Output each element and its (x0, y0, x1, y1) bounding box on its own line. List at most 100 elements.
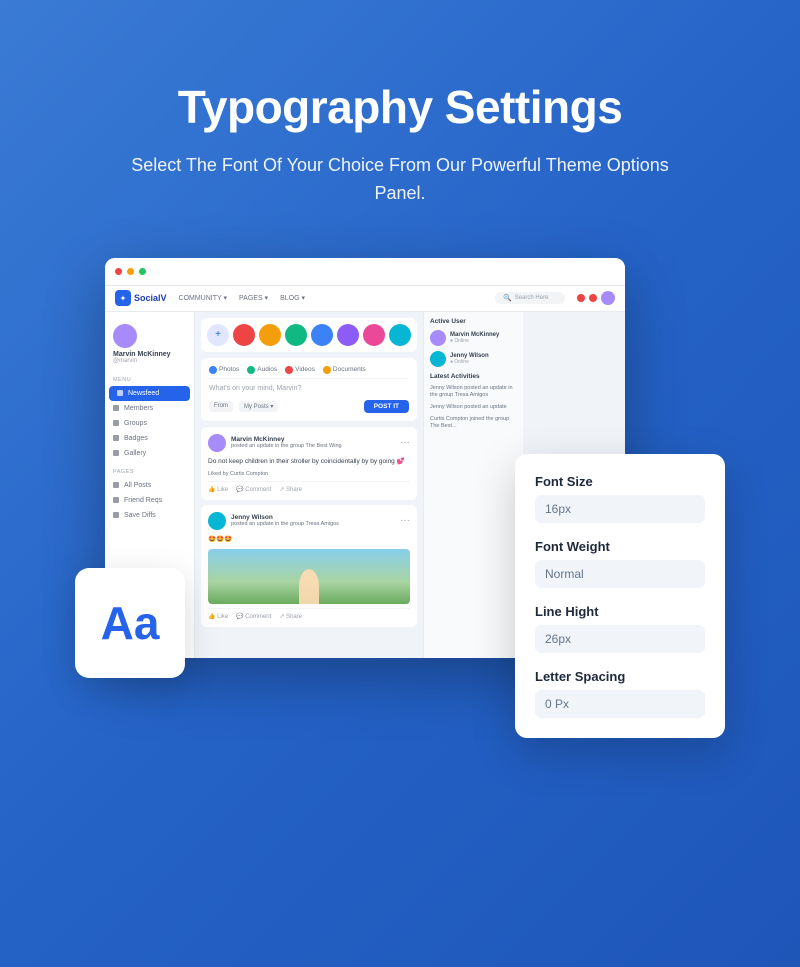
aa-text: Aa (101, 600, 160, 646)
message-icon[interactable] (589, 294, 597, 302)
aa-card: Aa (75, 568, 185, 678)
story-avatar-7[interactable] (389, 324, 411, 346)
post-1-location: Liked by Curtis Compton (208, 471, 410, 477)
videos-icon (285, 366, 293, 374)
post-2-like-btn[interactable]: 👍 Like (208, 613, 228, 620)
post-1-like-btn[interactable]: 👍 Like (208, 486, 228, 493)
sidebar-item-groups[interactable]: Groups (105, 416, 194, 431)
letter-spacing-field: Letter Spacing 0 Px (535, 669, 705, 718)
my-posts-select[interactable]: My Posts ▾ (239, 401, 278, 412)
composer-placeholder[interactable]: What's on your mind, Marvin? (209, 385, 409, 392)
story-avatar-6[interactable] (363, 324, 385, 346)
sidebar-user-role: @marvin (113, 358, 186, 364)
sidebar-avatar (113, 324, 137, 348)
line-height-label: Line Hight (535, 604, 705, 619)
sidebar-dot-groups (113, 420, 119, 426)
browser-bar (105, 258, 625, 286)
nav-logo-area: SocialV (115, 290, 167, 306)
nav-search[interactable]: 🔍 Search Here (495, 292, 565, 304)
line-height-input[interactable]: 26px (535, 625, 705, 653)
post-2-action: posted an update in the group Tresa Amig… (231, 521, 395, 527)
right-panel: Active User Marvin McKinney ● Online Jen… (423, 312, 523, 658)
composer-tab-videos[interactable]: Videos (285, 366, 315, 374)
post-2-image (208, 549, 410, 604)
nav-community[interactable]: COMMUNITY ▾ (179, 294, 228, 302)
sidebar-item-savediffs[interactable]: Save Diffs (105, 508, 194, 523)
post-2-more[interactable]: ··· (400, 516, 410, 526)
main-inner: + Photos (195, 312, 523, 658)
active-user-2-info: Jenny Wilson ● Online (450, 353, 489, 365)
sidebar-item-members[interactable]: Members (105, 401, 194, 416)
active-user-2-status: ● Online (450, 359, 489, 365)
sidebar-item-newsfeed[interactable]: Newsfeed (109, 386, 190, 401)
sidebar-item-gallery[interactable]: Gallery (105, 446, 194, 461)
active-user-2-name: Jenny Wilson (450, 353, 489, 359)
minimize-dot (127, 268, 134, 275)
feed-area: + Photos (195, 312, 423, 658)
composer-tab-documents[interactable]: Documents (323, 366, 366, 374)
composer-selects: From My Posts ▾ (209, 401, 278, 412)
sidebar-item-badges[interactable]: Badges (105, 431, 194, 446)
user-avatar-nav[interactable] (601, 291, 615, 305)
post-2-comment-btn[interactable]: 💬 Comment (236, 613, 271, 620)
composer-tab-photos[interactable]: Photos (209, 366, 239, 374)
sidebar-user-name: Marvin McKinney (113, 351, 186, 358)
post-1-comment-btn[interactable]: 💬 Comment (236, 486, 271, 493)
typography-card: Font Size 16px Font Weight Normal Line H… (515, 454, 725, 738)
post-1-text: Do not keep children in their stroller b… (208, 457, 410, 466)
activity-1-text: Jenny Wilson posted an update in the gro… (430, 385, 517, 399)
story-avatar-1[interactable] (233, 324, 255, 346)
photos-icon (209, 366, 217, 374)
activity-2-text: Jenny Wilson posted an update (430, 404, 517, 411)
font-weight-label: Font Weight (535, 539, 705, 554)
sidebar-item-friendreqs[interactable]: Friend Reqs (105, 493, 194, 508)
letter-spacing-input[interactable]: 0 Px (535, 690, 705, 718)
active-users-title: Active User (430, 318, 517, 325)
post-2-share-btn[interactable]: ↗ Share (279, 613, 302, 620)
post-1-header: Marvin McKinney posted an update in the … (208, 434, 410, 452)
composer-tab-audios[interactable]: Audios (247, 366, 277, 374)
post-1-username: Marvin McKinney (231, 436, 395, 443)
post-2-text: 🤩🤩🤩 (208, 535, 410, 544)
post-button[interactable]: POST IT (364, 400, 409, 413)
menu-section-label: MENU (105, 374, 194, 386)
story-avatar-3[interactable] (285, 324, 307, 346)
story-avatar-5[interactable] (337, 324, 359, 346)
activity-2: Jenny Wilson posted an update (430, 404, 517, 411)
story-avatar-2[interactable] (259, 324, 281, 346)
font-size-input[interactable]: 16px (535, 495, 705, 523)
sidebar-dot-badges (113, 435, 119, 441)
font-weight-input[interactable]: Normal (535, 560, 705, 588)
activity-3: Curtis Compton joined the group The Best… (430, 416, 517, 430)
post-2-meta: Jenny Wilson posted an update in the gro… (231, 514, 395, 527)
close-dot (115, 268, 122, 275)
sidebar-item-allposts[interactable]: All Posts (105, 478, 194, 493)
active-user-1-info: Marvin McKinney ● Online (450, 332, 499, 344)
nav-logo-icon (115, 290, 131, 306)
composer-footer: From My Posts ▾ POST IT (209, 400, 409, 413)
feed-post-2: Jenny Wilson posted an update in the gro… (201, 505, 417, 627)
nav-pages[interactable]: PAGES ▾ (239, 294, 268, 302)
story-avatar-4[interactable] (311, 324, 333, 346)
nav-blog[interactable]: BLOG ▾ (280, 294, 305, 302)
active-avatar-2 (430, 351, 446, 367)
font-size-label: Font Size (535, 474, 705, 489)
sidebar-dot-allposts (113, 482, 119, 488)
add-story-btn[interactable]: + (207, 324, 229, 346)
line-height-field: Line Hight 26px (535, 604, 705, 653)
active-user-1: Marvin McKinney ● Online (430, 330, 517, 346)
post-1-share-btn[interactable]: ↗ Share (279, 486, 302, 493)
post-1-avatar (208, 434, 226, 452)
notification-icon[interactable] (577, 294, 585, 302)
sidebar-user: Marvin McKinney @marvin (105, 320, 194, 368)
post-composer: Photos Audios Videos (201, 358, 417, 421)
from-select[interactable]: From (209, 401, 233, 412)
avatar-row: + (201, 318, 417, 352)
post-1-action: posted an update in the group The Best W… (231, 443, 395, 449)
sidebar-dot-newsfeed (117, 390, 123, 396)
activity-1: Jenny Wilson posted an update in the gro… (430, 385, 517, 399)
sidebar-dot-gallery (113, 450, 119, 456)
mockup-container: SocialV COMMUNITY ▾ PAGES ▾ BLOG ▾ 🔍 Sea… (75, 258, 725, 738)
post-1-more[interactable]: ··· (400, 438, 410, 448)
sidebar-dot-savediffs (113, 512, 119, 518)
